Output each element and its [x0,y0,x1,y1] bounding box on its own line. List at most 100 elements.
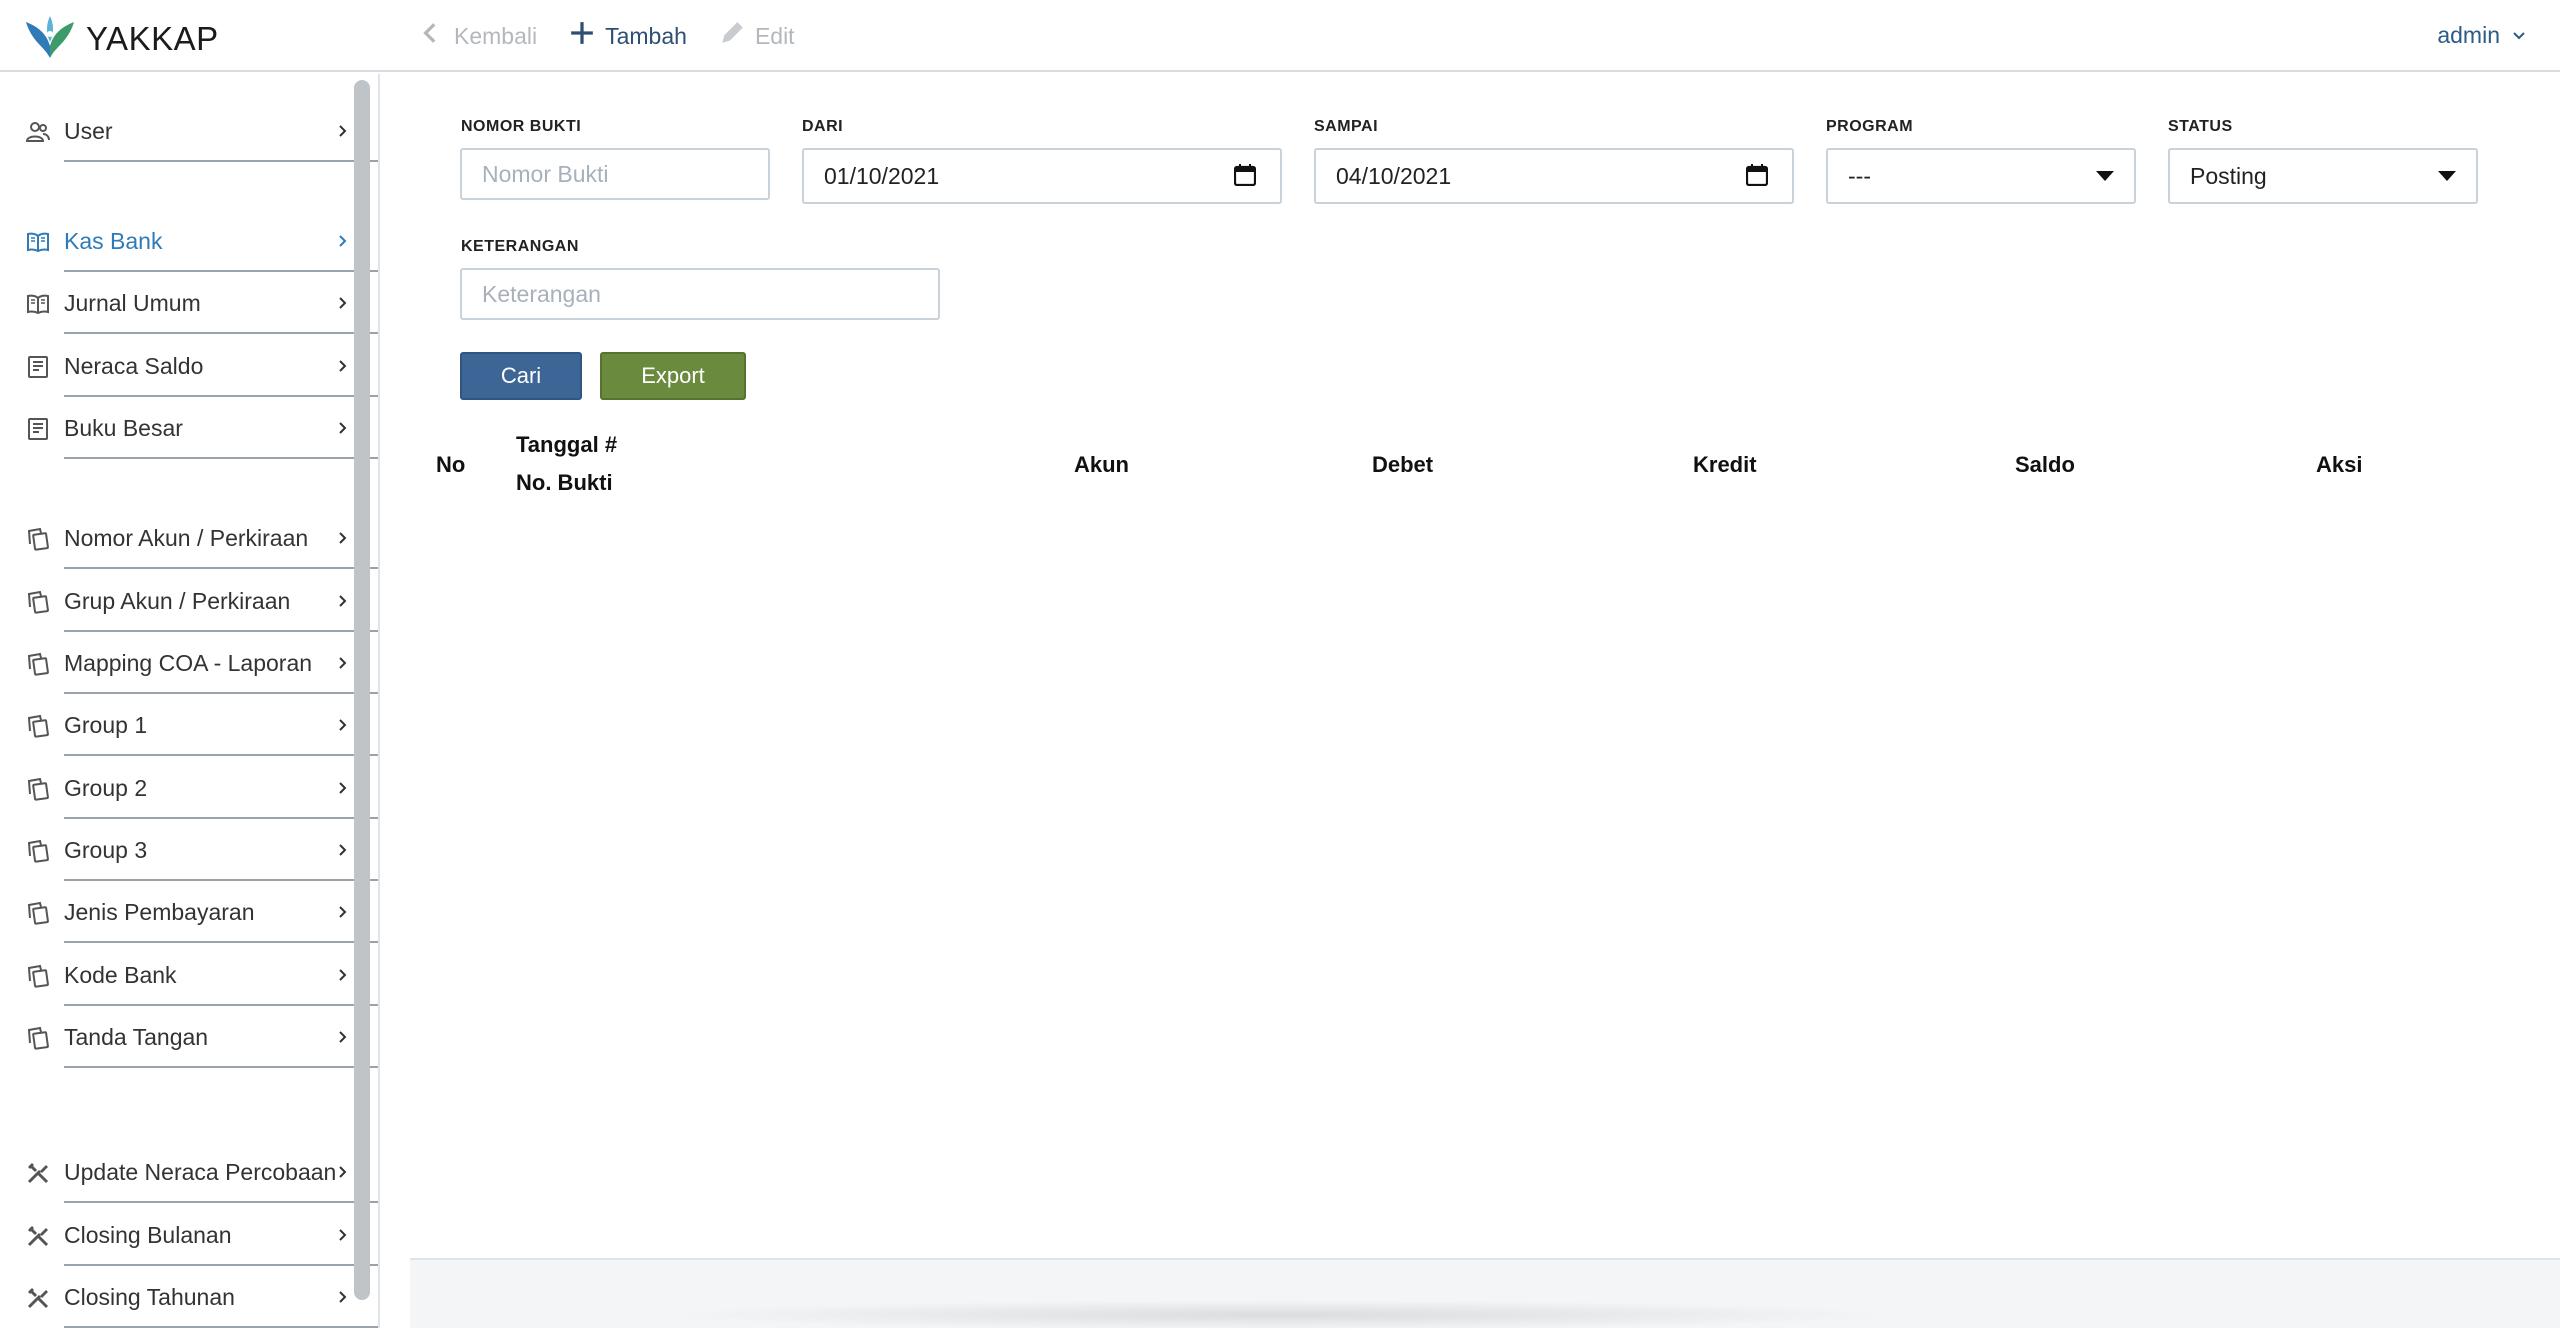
program-select[interactable]: --- [1826,148,2136,204]
sidebar-item-closing-bulanan[interactable]: Closing Bulanan [0,1204,378,1266]
edit-button[interactable]: Edit [719,20,795,52]
sidebar-item-kode-bank[interactable]: Kode Bank [0,944,378,1006]
plus-icon [569,20,595,52]
sidebar-item-nomor-akun-perkiraan[interactable]: Nomor Akun / Perkiraan [0,507,378,569]
nomor-bukti-label: NOMOR BUKTI [461,118,582,135]
logo-icon [24,12,76,65]
program-value: --- [1848,162,1871,189]
chevron-right-icon [336,594,350,608]
dropdown-caret-icon [2096,171,2114,181]
sampai-label: SAMPAI [1314,118,1379,135]
app-logo[interactable]: YAKKAP [24,12,219,65]
footer-bar [410,1258,2560,1330]
sidebar-item-update-neraca-percobaan[interactable]: Update Neraca Percobaan [0,1141,378,1203]
sidebar-item-neraca-saldo[interactable]: Neraca Saldo [0,335,378,397]
user-name: admin [2437,22,2500,48]
divider [64,332,378,334]
sampai-date-input[interactable]: 04/10/2021 [1314,148,1794,204]
copy-icon [26,1026,50,1050]
add-label: Tambah [605,22,687,49]
chevron-right-icon [336,1165,350,1179]
search-button[interactable]: Cari [460,352,582,400]
copy-icon [26,839,50,863]
sidebar-item-group-1[interactable]: Group 1 [0,694,378,756]
app-name: YAKKAP [86,19,219,57]
footer-shadow [660,1300,1900,1330]
column-debet: Debet [1372,452,1434,477]
book-open-icon [26,292,50,316]
column-saldo: Saldo [2015,452,2075,477]
status-select[interactable]: Posting [2168,148,2478,204]
divider [64,1201,378,1203]
edit-label: Edit [754,22,795,49]
copy-icon [26,527,50,551]
sidebar-item-label: Jurnal Umum [64,290,201,316]
divider [64,160,378,162]
tools-icon [26,1286,50,1310]
calendar-icon[interactable] [1233,164,1257,187]
status-value: Posting [2190,162,2267,189]
sidebar-item-jenis-pembayaran[interactable]: Jenis Pembayaran [0,881,378,943]
column-no: No [436,452,466,477]
divider [64,754,378,756]
toolbar: Kembali Tambah Edit [418,18,827,54]
divider [64,1066,378,1068]
sidebar-item-label: User [64,118,113,144]
back-button[interactable]: Kembali [418,20,537,52]
sidebar-item-mapping-coa-laporan[interactable]: Mapping COA - Laporan [0,632,378,694]
sidebar-item-label: Group 2 [64,775,148,801]
sidebar-item-buku-besar[interactable]: Buku Besar [0,397,378,459]
column-tanggal: Tanggal # [516,432,618,457]
sidebar-item-label: Group 3 [64,837,148,863]
chevron-right-icon [336,421,350,435]
dari-label: DARI [802,118,844,135]
sampai-value: 04/10/2021 [1336,162,1452,189]
nomor-bukti-input[interactable]: Nomor Bukti [460,148,770,200]
dari-date-input[interactable]: 01/10/2021 [802,148,1282,204]
sidebar-item-label: Kas Bank [64,228,163,254]
export-button[interactable]: Export [600,352,746,400]
sidebar-item-label: Group 1 [64,712,148,738]
sidebar-item-label: Buku Besar [64,415,183,441]
copy-icon [26,590,50,614]
sidebar-item-group-2[interactable]: Group 2 [0,757,378,819]
users-icon [25,120,50,144]
keterangan-placeholder: Keterangan [482,280,601,307]
chevron-right-icon [336,843,350,857]
sidebar-item-tanda-tangan[interactable]: Tanda Tangan [0,1006,378,1068]
sidebar-item-kas-bank[interactable]: Kas Bank [0,210,378,272]
user-menu[interactable]: admin [2437,22,2526,49]
calendar-icon[interactable] [1745,164,1769,187]
sidebar-item-label: Jenis Pembayaran [64,899,255,925]
top-bar: YAKKAP Kembali Tambah Edit admin [0,0,2560,72]
sidebar-item-label: Mapping COA - Laporan [64,650,313,676]
keterangan-label: KETERANGAN [461,238,579,255]
sidebar-scrollbar[interactable] [354,80,370,1300]
keterangan-input[interactable]: Keterangan [460,268,940,320]
sidebar-item-closing-tahunan[interactable]: Closing Tahunan [0,1266,378,1328]
add-button[interactable]: Tambah [569,20,687,52]
sidebar-item-group-3[interactable]: Group 3 [0,819,378,881]
chevron-right-icon [336,656,350,670]
copy-icon [26,777,50,801]
main-content: NOMOR BUKTI Nomor Bukti DARI 01/10/2021 … [410,74,2560,1260]
dari-value: 01/10/2021 [824,162,940,189]
column-no-bukti: No. Bukti [516,470,613,495]
chevron-right-icon [336,1228,350,1242]
sidebar-item-label: Closing Bulanan [64,1222,232,1248]
status-label: STATUS [2168,118,2233,135]
sidebar-item-user[interactable]: User [0,100,378,162]
program-label: PROGRAM [1826,118,1914,135]
chevron-right-icon [336,531,350,545]
sidebar-item-grup-akun-perkiraan[interactable]: Grup Akun / Perkiraan [0,570,378,632]
column-akun: Akun [1074,452,1129,477]
divider [64,457,378,459]
chevron-right-icon [336,359,350,373]
chevron-right-icon [336,1290,350,1304]
column-kredit: Kredit [1693,452,1757,477]
pencil-icon [719,20,745,52]
dropdown-caret-icon [2438,171,2456,181]
sidebar-item-jurnal-umum[interactable]: Jurnal Umum [0,272,378,334]
sidebar-item-label: Nomor Akun / Perkiraan [64,525,309,551]
book-open-icon [26,230,50,254]
